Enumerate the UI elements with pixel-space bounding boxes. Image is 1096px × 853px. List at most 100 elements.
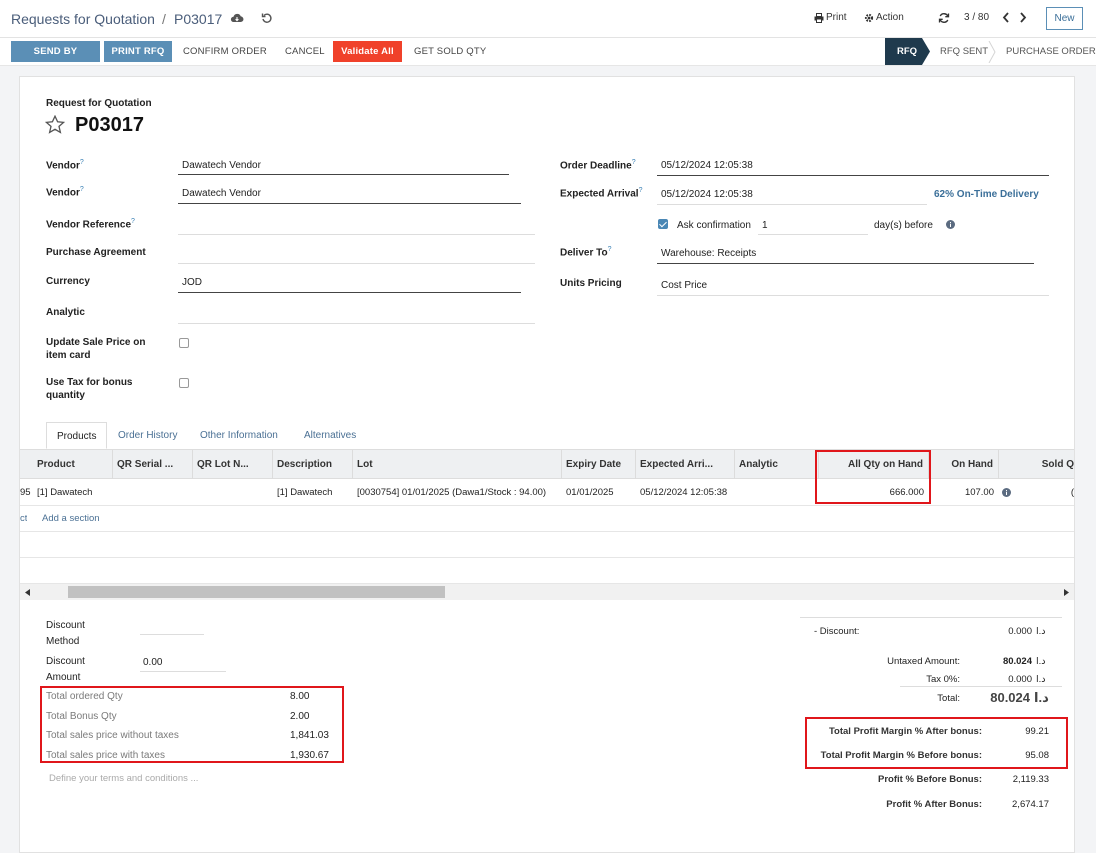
analytic-label: Analytic — [46, 307, 85, 318]
on-time-delivery[interactable]: 62% On-Time Delivery — [934, 189, 1039, 200]
total-sales-no-tax-label: Total sales price without taxes — [46, 730, 179, 741]
vendor2-field[interactable]: Dawatech Vendor — [182, 188, 261, 199]
breadcrumb-current: P03017 — [174, 11, 223, 27]
breadcrumb-parent[interactable]: Requests for Quotation — [11, 11, 155, 27]
expected-arrival-field[interactable]: 05/12/2024 12:05:38 — [661, 189, 753, 200]
discount-summary-value: 0.000 — [1008, 626, 1032, 637]
scroll-left-icon[interactable] — [25, 588, 30, 599]
margin-after-bonus-value: 99.21 — [1025, 726, 1049, 737]
cancel-button[interactable]: CANCEL — [278, 41, 332, 62]
vendor-reference-field[interactable] — [178, 234, 535, 235]
status-purchase-order[interactable]: PURCHASE ORDER — [1006, 46, 1096, 57]
tab-order-history[interactable]: Order History — [108, 422, 187, 449]
action-button[interactable]: Action — [876, 12, 904, 23]
profit-before-bonus-value: 2,119.33 — [1012, 774, 1049, 785]
status-rfq-sent[interactable]: RFQ SENT — [940, 46, 988, 57]
update-sale-price-label: Update Sale Price on item card — [46, 337, 146, 361]
star-icon[interactable] — [44, 114, 66, 137]
units-pricing-field[interactable]: Cost Price — [661, 280, 707, 291]
column-header-lot[interactable]: Lot — [353, 450, 562, 479]
row-lot[interactable]: [0030754] 01/01/2025 (Dawa1/Stock : 94.0… — [353, 479, 562, 506]
get-sold-qty-button[interactable]: GET SOLD QTY — [407, 41, 493, 62]
discard-icon[interactable] — [261, 12, 273, 27]
gear-icon[interactable] — [864, 13, 874, 26]
terms-conditions-field[interactable]: Define your terms and conditions ... — [49, 773, 198, 784]
scroll-right-icon[interactable] — [1064, 588, 1069, 599]
column-header-on-hand[interactable]: On Hand — [929, 450, 999, 479]
vendor-field[interactable]: Dawatech Vendor — [182, 160, 261, 171]
summary-top-divider — [800, 617, 1062, 618]
tab-products[interactable]: Products — [46, 422, 108, 449]
action-bar: SEND BY EMAIL PRINT RFQ CONFIRM ORDER CA… — [0, 38, 1096, 78]
total-bonus-qty-value: 2.00 — [290, 711, 310, 722]
total-bonus-qty-label: Total Bonus Qty — [46, 711, 117, 722]
units-pricing-label: Units Pricing — [560, 278, 622, 289]
days-before-label: day(s) before — [874, 220, 933, 231]
analytic-field[interactable] — [178, 323, 535, 324]
refresh-icon[interactable] — [938, 12, 950, 27]
notebook-tabs: Products Order History Other Information… — [20, 422, 1074, 450]
use-tax-bonus-checkbox[interactable] — [179, 378, 189, 388]
scrollbar-thumb[interactable] — [68, 586, 445, 598]
total-sales-with-tax-label: Total sales price with taxes — [46, 750, 165, 761]
untaxed-amount-label: Untaxed Amount: — [887, 656, 960, 667]
vendor-reference-label: Vendor Reference? — [46, 218, 135, 231]
total-ordered-qty-label: Total ordered Qty — [46, 691, 123, 702]
new-button[interactable]: New — [1046, 7, 1083, 30]
send-by-email-button[interactable]: SEND BY EMAIL — [11, 41, 100, 78]
discount-method-field[interactable] — [140, 634, 204, 635]
column-header-description[interactable]: Description — [273, 450, 353, 479]
pager-value[interactable]: 3 / 80 — [964, 12, 989, 23]
deliver-to-field[interactable]: Warehouse: Receipts — [661, 248, 756, 259]
order-deadline-underline — [657, 175, 1049, 176]
add-product-link[interactable]: ct — [20, 506, 27, 532]
all-qty-highlight-box — [815, 450, 931, 504]
profit-margin-highlight-box — [805, 717, 1068, 769]
validate-all-button[interactable]: Validate All — [333, 41, 402, 62]
purchase-agreement-field[interactable] — [178, 263, 535, 264]
add-section-link[interactable]: Add a section — [38, 506, 100, 532]
horizontal-scrollbar[interactable] — [20, 584, 1074, 600]
column-header-expiry-date[interactable]: Expiry Date — [562, 450, 636, 479]
profit-after-bonus-label: Profit % After Bonus: — [886, 799, 982, 810]
on-hand-info-icon[interactable] — [1002, 488, 1011, 500]
info-icon[interactable] — [946, 220, 955, 232]
column-header-product[interactable]: Product — [33, 450, 113, 479]
row-expiry-date[interactable]: 01/01/2025 — [562, 479, 636, 506]
row-on-hand: 107.00 — [964, 487, 994, 498]
print-rfq-button[interactable]: PRINT RFQ — [104, 41, 172, 62]
confirm-order-button[interactable]: CONFIRM ORDER — [176, 41, 274, 62]
currency-field[interactable]: JOD — [182, 277, 202, 288]
column-header-sold-qty[interactable]: Sold Q — [1029, 450, 1074, 479]
column-header-qr-lot[interactable]: QR Lot N... — [193, 450, 273, 479]
ask-confirmation-days[interactable]: 1 — [762, 220, 768, 231]
cloud-save-icon[interactable] — [230, 12, 244, 27]
empty-row — [20, 558, 1074, 584]
ask-confirmation-checkbox[interactable] — [658, 219, 668, 229]
status-rfq[interactable]: RFQ — [885, 38, 930, 65]
print-button[interactable]: Print — [826, 12, 847, 23]
row-description[interactable]: [1] Dawatech — [273, 479, 353, 506]
chevron-left-icon[interactable] — [1002, 12, 1010, 26]
update-sale-price-checkbox[interactable] — [179, 338, 189, 348]
row-product[interactable]: [1] Dawatech — [33, 479, 113, 506]
currency-label: Currency — [46, 276, 90, 287]
use-tax-bonus-label: Use Tax for bonus quantity — [46, 377, 133, 401]
tab-alternatives[interactable]: Alternatives — [294, 422, 366, 449]
chevron-right-icon[interactable] — [1019, 12, 1027, 26]
column-header-qr-serial[interactable]: QR Serial ... — [113, 450, 193, 479]
discount-amount-underline — [140, 671, 226, 672]
discount-amount-field[interactable]: 0.00 — [143, 657, 162, 668]
column-header-analytic[interactable]: Analytic — [735, 450, 819, 479]
vendor2-label: Vendor? — [46, 186, 84, 199]
total-label: Total: — [937, 693, 960, 704]
column-header-expected-arrival[interactable]: Expected Arri... — [636, 450, 735, 479]
deliver-to-label: Deliver To? — [560, 246, 612, 259]
total-divider — [900, 686, 1062, 687]
ask-confirmation-label: Ask confirmation — [677, 220, 751, 231]
tab-other-information[interactable]: Other Information — [190, 422, 288, 449]
order-deadline-field[interactable]: 05/12/2024 12:05:38 — [661, 160, 753, 171]
row-expected-arrival[interactable]: 05/12/2024 12:05:38 — [636, 479, 735, 506]
top-bar: Requests for Quotation / P03017 Print Ac… — [0, 0, 1096, 38]
print-icon[interactable] — [814, 13, 824, 26]
